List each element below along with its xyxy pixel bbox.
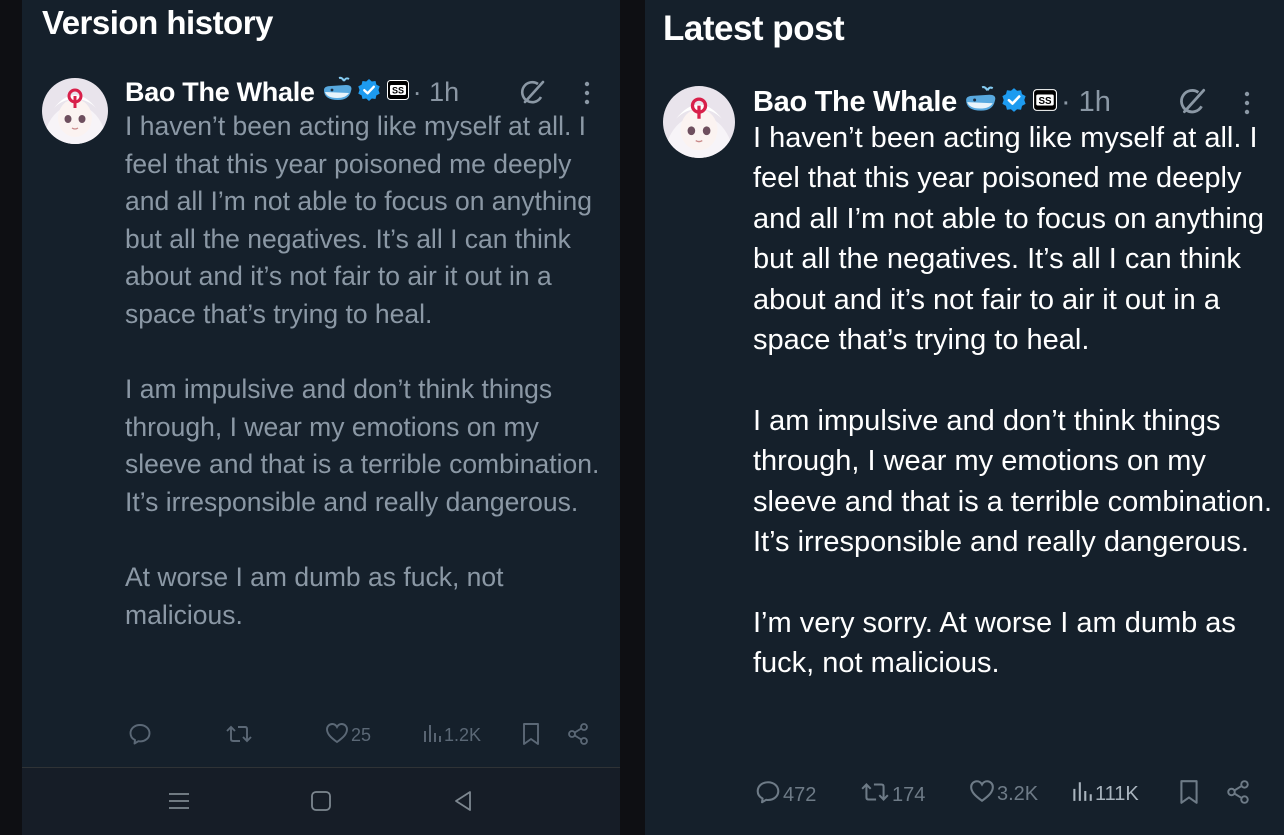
grok-icon[interactable] xyxy=(1178,86,1208,121)
views-button[interactable]: 1.2K xyxy=(420,722,481,749)
verified-badge-icon xyxy=(357,78,381,107)
whale-emoji-icon xyxy=(322,76,354,109)
post-timestamp[interactable]: · 1h xyxy=(413,77,460,108)
author-name[interactable]: Bao The Whale xyxy=(125,77,315,108)
svg-text:SS: SS xyxy=(392,85,404,95)
post-text: I haven’t been acting like myself at all… xyxy=(125,111,600,630)
repost-count: 174 xyxy=(892,783,926,806)
like-icon xyxy=(969,779,995,809)
share-button[interactable] xyxy=(564,722,590,751)
like-count: 25 xyxy=(351,725,372,745)
panel-title: Latest post xyxy=(663,9,845,48)
reply-count: 472 xyxy=(783,783,817,806)
views-button[interactable]: 111K xyxy=(1069,779,1139,809)
view-count: 1.2K xyxy=(444,725,482,745)
reply-button[interactable] xyxy=(126,722,152,751)
views-icon xyxy=(422,722,442,749)
bookmark-button[interactable] xyxy=(1176,779,1200,811)
repost-button[interactable]: 174 xyxy=(858,779,925,811)
reply-button[interactable]: 472 xyxy=(753,779,816,811)
grok-icon[interactable] xyxy=(519,78,547,111)
avatar-image xyxy=(663,86,735,158)
post-actions-bar: 472 174 3.2K 111K xyxy=(645,779,1284,813)
affiliate-badge-icon: SS xyxy=(386,79,409,105)
bookmark-icon xyxy=(521,722,541,751)
share-icon xyxy=(1225,779,1251,811)
home-square-icon[interactable] xyxy=(310,790,332,817)
share-icon xyxy=(566,722,590,751)
like-count: 3.2K xyxy=(997,782,1039,805)
repost-icon xyxy=(860,779,890,811)
post-actions-bar: 25 1.2K xyxy=(22,722,620,752)
affiliate-badge-icon: SS xyxy=(1032,88,1057,116)
bookmark-button[interactable] xyxy=(519,722,541,751)
author-name[interactable]: Bao The Whale xyxy=(753,86,957,119)
like-button[interactable]: 25 xyxy=(323,722,371,749)
reply-icon xyxy=(128,722,152,751)
bookmark-icon xyxy=(1178,779,1200,811)
repost-icon xyxy=(225,722,253,751)
whale-emoji-icon xyxy=(964,85,998,120)
post-text: I haven’t been acting like myself at all… xyxy=(753,122,1273,680)
system-nav-bar xyxy=(22,768,620,835)
post-header: Bao The Whale SS · 1h xyxy=(125,73,459,111)
share-button[interactable] xyxy=(1223,779,1251,811)
menu-icon[interactable] xyxy=(168,790,190,817)
verified-badge-icon xyxy=(1001,87,1027,118)
repost-button[interactable] xyxy=(223,722,253,751)
like-icon xyxy=(325,722,349,749)
more-icon[interactable] xyxy=(582,80,592,111)
panel-title: Version history xyxy=(42,4,273,41)
avatar-image xyxy=(42,78,108,144)
back-triangle-icon[interactable] xyxy=(452,790,474,817)
more-icon[interactable] xyxy=(1242,90,1252,121)
views-icon xyxy=(1071,779,1093,809)
post-header: Bao The Whale SS · 1h xyxy=(753,82,1111,122)
latest-post-panel: Latest post Bao The Whale SS · 1h I have… xyxy=(645,0,1284,835)
post-timestamp[interactable]: · 1h xyxy=(1061,86,1111,119)
avatar[interactable] xyxy=(663,86,735,158)
svg-text:SS: SS xyxy=(1038,95,1052,106)
like-button[interactable]: 3.2K xyxy=(967,779,1038,809)
avatar[interactable] xyxy=(42,78,108,144)
reply-icon xyxy=(755,779,781,811)
version-history-panel: Version history Bao The Whale SS · 1h I … xyxy=(22,0,620,835)
view-count: 111K xyxy=(1095,782,1139,805)
